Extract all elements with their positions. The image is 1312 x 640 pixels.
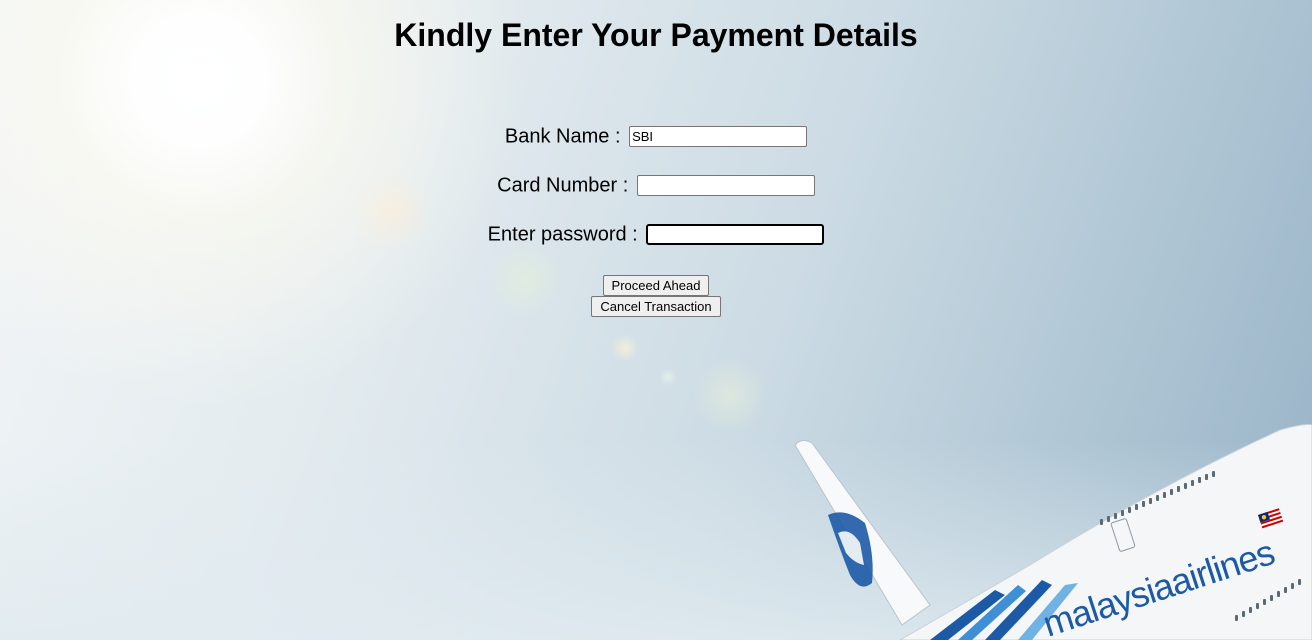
proceed-ahead-button[interactable]: Proceed Ahead [602,275,710,296]
cancel-transaction-button[interactable]: Cancel Transaction [591,296,721,317]
proceed-button-row: Proceed Ahead [0,275,1312,296]
bank-name-row: Bank Name : [0,124,1312,149]
bank-name-label: Bank Name : [504,125,621,148]
password-input[interactable] [646,224,825,246]
page-title: Kindly Enter Your Payment Details [394,17,918,53]
bank-name-input[interactable] [629,126,808,148]
card-number-label: Card Number : [497,174,629,197]
card-number-input[interactable] [636,175,815,197]
airplane-image: malaysiaairlines [794,424,1312,640]
card-number-row: Card Number : [0,173,1312,198]
cancel-button-row: Cancel Transaction [0,296,1312,317]
password-row: Enter password : [0,222,1312,247]
password-label: Enter password : [487,223,638,246]
